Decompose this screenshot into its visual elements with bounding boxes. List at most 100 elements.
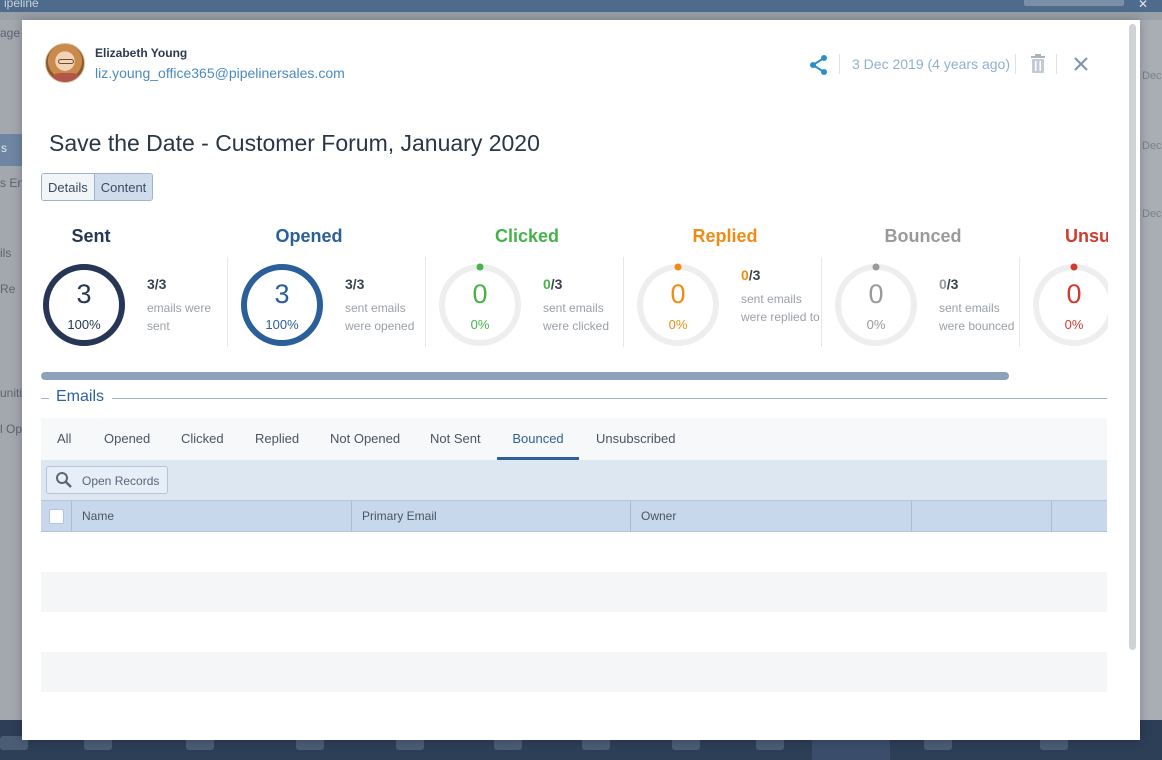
stat-label: Bounced [884, 226, 962, 246]
stat-description: sent emails were clicked [543, 301, 610, 333]
background-title-bar: ipeline ✕ [0, 0, 1162, 12]
trash-icon[interactable] [1029, 53, 1047, 75]
stat-divider [1019, 257, 1020, 347]
background-text-fragment: Dec [1142, 208, 1162, 220]
search-icon [56, 472, 72, 488]
avatar [45, 43, 85, 83]
stat-percent: 100% [67, 317, 101, 332]
email-detail-modal: Elizabeth Young liz.young_office365@pipe… [22, 20, 1140, 740]
stat-percent: 0% [1064, 317, 1084, 332]
stats-horizontal-scrollbar[interactable] [41, 372, 1107, 382]
tab-unsubscribed[interactable]: Unsubscribed [596, 418, 676, 460]
background-text-fragment: Re [0, 282, 16, 296]
scrollbar-thumb[interactable] [41, 372, 1009, 380]
stat-clicked: Clicked 0 0% 0/3 sent emails were clicke… [437, 225, 635, 365]
select-all-checkbox[interactable] [49, 509, 64, 524]
stat-replied: Replied 0 0% 0/3 sent emails were replie… [635, 225, 833, 365]
stat-divider [227, 257, 228, 347]
stat-label: Unsu [1065, 226, 1108, 246]
tab-details[interactable]: Details [42, 174, 94, 200]
stat-divider [425, 257, 426, 347]
column-header-empty[interactable] [1051, 501, 1107, 531]
stat-description: sent emails were replied to [741, 292, 820, 324]
background-selected-item: s [0, 134, 22, 166]
header-divider [839, 54, 840, 74]
stat-percent: 0% [866, 317, 886, 332]
background-text-fragment: age [0, 26, 21, 40]
stat-description: emails were sent [147, 301, 212, 333]
tab-bounced[interactable]: Bounced [497, 418, 579, 460]
stat-ratio-count: 0 [543, 276, 551, 292]
tab-content[interactable]: Content [93, 174, 153, 200]
share-icon[interactable] [808, 54, 830, 76]
tab-clicked[interactable]: Clicked [181, 418, 224, 460]
stat-ratio-total: /3 [946, 276, 959, 292]
background-text-fragment: s En [0, 176, 22, 190]
tab-replied[interactable]: Replied [255, 418, 299, 460]
stat-label: Replied [692, 226, 758, 246]
close-icon[interactable] [1072, 55, 1090, 73]
stat-percent: 0% [668, 317, 688, 332]
stat-ratio-total: /3 [748, 267, 761, 283]
page-title: Save the Date - Customer Forum, January … [49, 130, 540, 156]
stat-ratio: 0/3 [543, 276, 562, 292]
background-right-panel: Dec Dec Dec [1140, 20, 1162, 720]
avatar-shirt [50, 73, 82, 82]
stat-value: 3 [76, 279, 92, 309]
table-row-empty [41, 532, 1107, 572]
header-divider [1015, 54, 1016, 74]
stat-description: sent emails were bounced [939, 301, 1015, 333]
stat-divider [623, 257, 624, 347]
tab-not-opened[interactable]: Not Opened [330, 418, 400, 460]
tab-all[interactable]: All [57, 418, 71, 460]
avatar-glasses [58, 59, 74, 64]
background-title-fragment: ipeline [4, 0, 39, 10]
background-button [1024, 0, 1124, 6]
stat-ratio: 3/3 [345, 276, 364, 292]
stat-unsubscribed: Unsu 0 0% [1031, 225, 1108, 365]
email-filter-tabs: All Opened Clicked Replied Not Opened No… [41, 418, 1107, 460]
section-divider [41, 398, 49, 399]
table-row-empty [41, 652, 1107, 692]
stat-ratio-total: /3 [550, 276, 563, 292]
sent-date: 3 Dec 2019 (4 years ago) [852, 56, 1010, 72]
column-header-empty[interactable] [911, 501, 1051, 531]
open-records-button[interactable]: Open Records [46, 466, 168, 494]
sender-email[interactable]: liz.young_office365@pipelinersales.com [95, 65, 345, 81]
tab-not-sent[interactable]: Not Sent [430, 418, 481, 460]
column-header-primary-email[interactable]: Primary Email [351, 501, 630, 531]
background-text-fragment: l Op [0, 422, 22, 436]
stat-value: 0 [1066, 279, 1082, 309]
stat-ratio-count: 3 [147, 276, 155, 292]
stat-divider [821, 257, 822, 347]
stat-ratio: 3/3 [147, 276, 166, 292]
background-text-fragment: Dec [1142, 70, 1162, 82]
stat-ratio-count: 0 [741, 267, 749, 283]
column-header-owner[interactable]: Owner [630, 501, 911, 531]
stat-ratio-count: 0 [939, 276, 947, 292]
open-records-label: Open Records [82, 474, 160, 488]
ring-progress-dot [674, 263, 682, 271]
stat-ratio-count: 3 [345, 276, 353, 292]
table-row-empty [41, 572, 1107, 612]
stat-opened: Opened 3 100% 3/3 sent emails were opene… [239, 225, 437, 365]
table-row-empty [41, 612, 1107, 652]
stat-value: 0 [868, 279, 884, 309]
modal-scrollbar[interactable] [1129, 24, 1136, 650]
stat-label: Opened [275, 226, 343, 246]
stat-value: 3 [274, 279, 290, 309]
ring-progress-dot [1070, 263, 1078, 271]
stat-ratio-total: /3 [352, 276, 365, 292]
tab-opened[interactable]: Opened [104, 418, 150, 460]
stat-ratio: 0/3 [741, 267, 760, 283]
stat-label: Sent [71, 226, 111, 246]
stat-bounced: Bounced 0 0% 0/3 sent emails were bounce… [833, 225, 1031, 365]
email-table-header: Name Primary Email Owner [41, 500, 1107, 532]
emails-section-title: Emails [56, 388, 105, 405]
column-header-name[interactable]: Name [71, 501, 351, 531]
background-text-fragment: ils [0, 246, 12, 260]
stat-percent: 100% [265, 317, 299, 332]
stat-value: 0 [472, 279, 488, 309]
table-row-empty [41, 692, 1107, 732]
stat-value: 0 [670, 279, 686, 309]
